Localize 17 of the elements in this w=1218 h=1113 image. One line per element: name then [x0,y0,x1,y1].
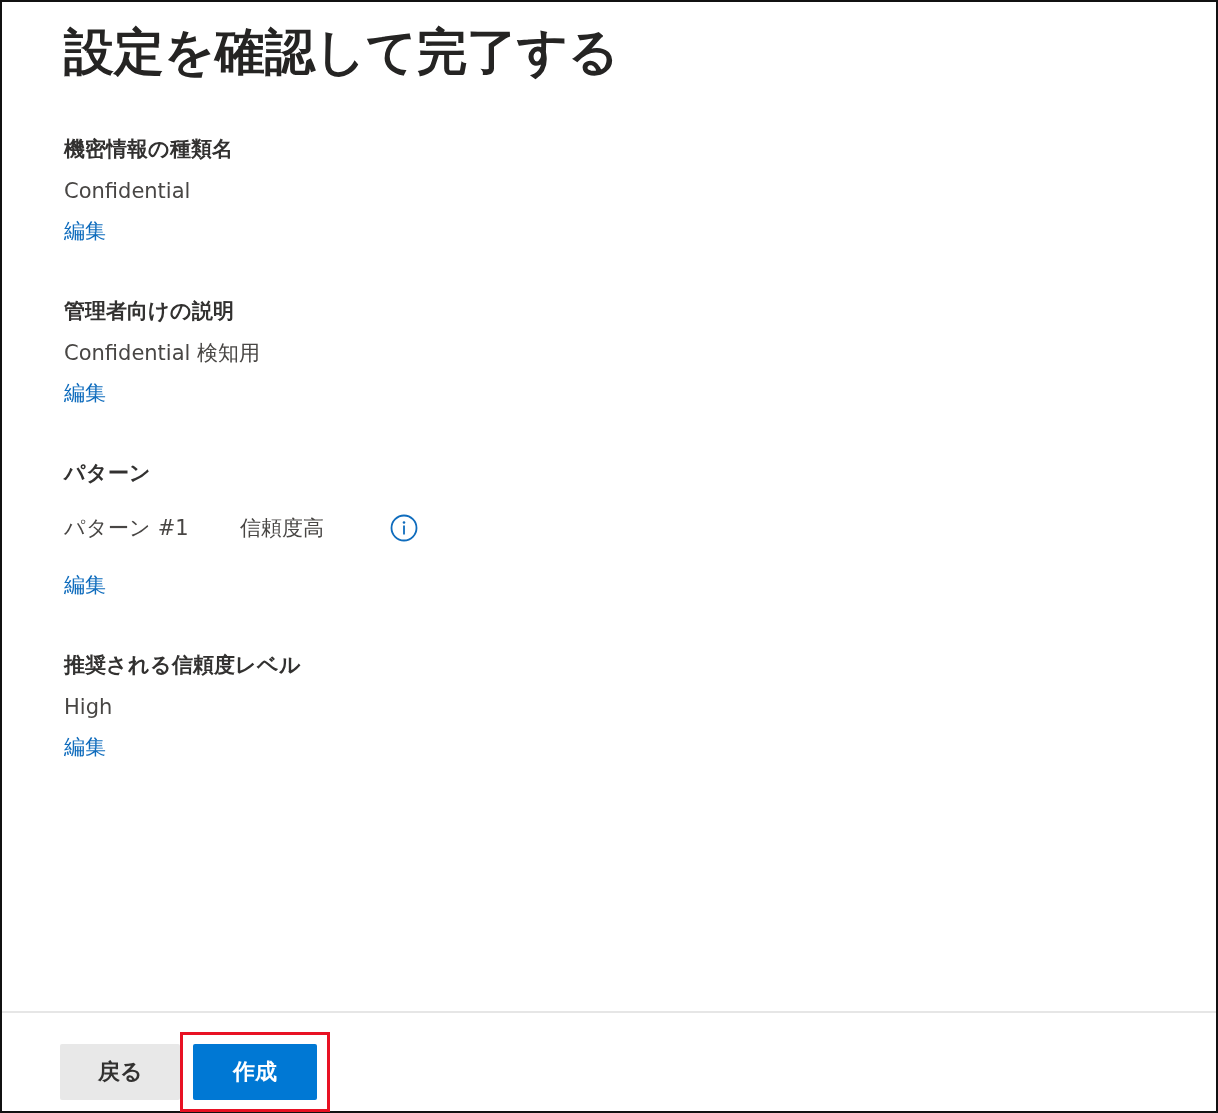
section-heading: 機密情報の種類名 [64,136,233,163]
edit-link[interactable]: 編集 [64,568,106,602]
section-heading: 管理者向けの説明 [64,298,234,325]
action-button[interactable]: 戻る [60,1044,180,1100]
section-heading: 推奨される信頼度レベル [64,652,301,679]
field-value: High [64,694,113,721]
edit-link[interactable]: 編集 [64,376,106,410]
field-value: Confidential [64,178,191,205]
action-button[interactable]: 作成 [193,1044,317,1100]
edit-link[interactable]: 編集 [64,214,106,248]
section-heading: パターン [64,460,151,487]
field-value: Confidential 検知用 [64,340,261,367]
page-title: 設定を確認して完了する [64,22,620,83]
pattern-name: パターン #1 [64,515,190,542]
info-icon[interactable] [390,514,418,542]
edit-link[interactable]: 編集 [64,730,106,764]
confidence-level: 信頼度高 [240,515,325,542]
